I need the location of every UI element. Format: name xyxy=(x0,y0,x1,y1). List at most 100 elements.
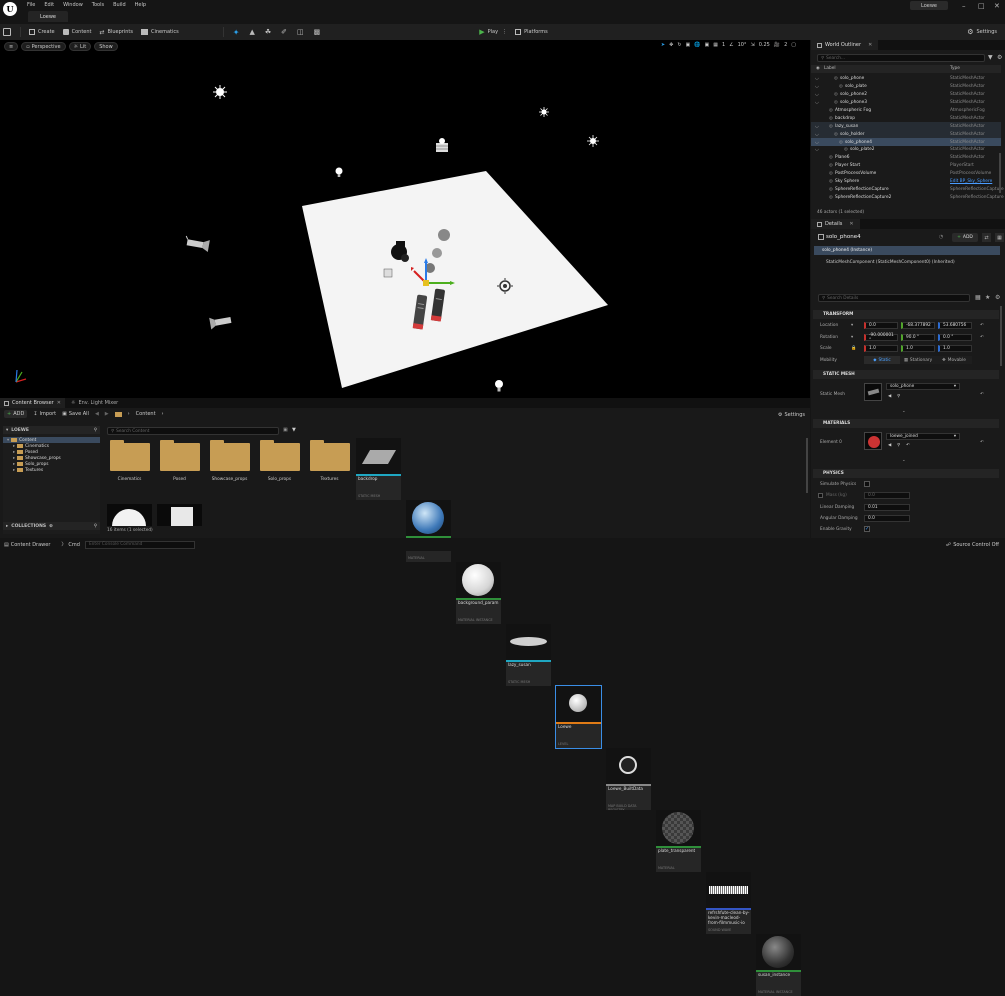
console-input[interactable]: Enter Console Command xyxy=(84,540,195,549)
menu-window[interactable]: Window xyxy=(63,2,83,8)
outliner-row[interactable]: ◎ SphereReflectionCapture SphereReflection… xyxy=(811,186,1004,194)
mass-override-checkbox[interactable] xyxy=(818,493,823,498)
modeling-mode-icon[interactable]: ◫ xyxy=(297,28,304,36)
close-tab-icon[interactable]: ✕ xyxy=(868,42,872,48)
label-column-header[interactable]: Label xyxy=(824,66,836,71)
mobility-static[interactable]: ◆ Static xyxy=(864,356,900,364)
outliner-row[interactable]: ◎ PostProcessVolume PostProcessVolume xyxy=(811,170,1001,178)
material-reset-arrow-icon[interactable]: ↶ xyxy=(906,443,910,448)
visibility-eye-icon[interactable]: ◡ xyxy=(815,147,819,152)
close-icon[interactable]: ✕ xyxy=(994,2,1000,10)
property-matrix-icon[interactable]: ▦ xyxy=(975,294,981,301)
asset-tile[interactable]: backdrop STATIC MESH xyxy=(356,438,401,500)
asset-tile-row2-2[interactable] xyxy=(157,504,202,526)
filter-icon[interactable]: ▼ xyxy=(988,54,993,61)
folder-item[interactable]: Textures xyxy=(307,438,352,500)
asset-tile[interactable]: plate_transparent MATERIAL xyxy=(656,810,701,872)
instance-row[interactable]: solo_phone4 (Instance) xyxy=(814,246,1000,255)
content-scrollbar[interactable] xyxy=(806,438,808,493)
content-browser-tab[interactable]: Content Browser ✕ xyxy=(0,398,65,408)
scale-z-field[interactable]: 1.0 xyxy=(938,345,972,352)
import-button[interactable]: ↧ Import xyxy=(33,411,56,417)
outliner-row[interactable]: ◡ ◎ lazy_susan StaticMeshActor xyxy=(811,122,1001,131)
tree-arrow-icon[interactable]: ▸ xyxy=(13,462,15,467)
visibility-eye-icon[interactable]: ◡ xyxy=(815,76,819,81)
tree-folder[interactable]: ▸ Textures xyxy=(3,467,100,473)
linear-damping-field[interactable]: 0.01 xyxy=(864,504,910,511)
lock-icon[interactable]: ◔ xyxy=(939,234,943,240)
location-z-field[interactable]: 53.680756 xyxy=(938,322,972,329)
landscape-mode-icon[interactable]: ▲ xyxy=(249,28,254,36)
play-button[interactable]: ▶ Play xyxy=(475,25,502,39)
mesh-browse-icon[interactable]: ◀ xyxy=(888,394,891,399)
tree-arrow-icon[interactable]: ▾ xyxy=(7,438,9,443)
materials-section-header[interactable]: MATERIALS xyxy=(813,419,999,428)
static-mesh-section-header[interactable]: STATIC MESH xyxy=(813,370,999,379)
cb-settings-button[interactable]: ⚙ Settings xyxy=(778,412,805,418)
actor-name-field[interactable]: solo_phone4 xyxy=(826,234,861,240)
content-button[interactable]: Content xyxy=(59,25,96,39)
outliner-row[interactable]: ◎ Sky Sphere Edit BP_Sky_Sphere xyxy=(811,178,1001,186)
blueprint-script-icon[interactable]: ⇄ xyxy=(982,233,991,242)
material-dropdown[interactable]: loewe_joined ▾ xyxy=(886,433,960,440)
folder-item[interactable]: Cinematics xyxy=(107,438,152,500)
rotation-dropdown-icon[interactable]: ▾ xyxy=(851,335,853,340)
outliner-settings-icon[interactable]: ⚙ xyxy=(997,54,1002,61)
material-find-icon[interactable]: ⚲ xyxy=(897,443,900,448)
asset-tile[interactable]: background_param MATERIAL INSTANCE xyxy=(456,562,501,624)
details-options-icon[interactable]: ▦ xyxy=(995,233,1004,242)
simulate-physics-checkbox[interactable] xyxy=(864,481,870,487)
create-button[interactable]: Create xyxy=(25,25,59,39)
outliner-row[interactable]: ◎ SphereReflectionCapture2 SphereReflectio… xyxy=(811,194,1004,202)
fracture-mode-icon[interactable]: ▩ xyxy=(314,28,321,36)
details-scrollbar[interactable] xyxy=(1000,306,1002,366)
cb-add-button[interactable]: + ADD xyxy=(4,410,28,418)
outliner-row[interactable]: ◡ ◎ solo_plate2 StaticMeshActor xyxy=(811,146,1001,154)
content-filter-icon[interactable]: ▼ xyxy=(292,427,296,433)
static-mesh-thumbnail[interactable] xyxy=(864,383,882,401)
content-drawer-button[interactable]: ▤ Content Drawer xyxy=(4,542,50,548)
expand-materials-icon[interactable]: ⌄ xyxy=(902,458,906,463)
close-content-browser-icon[interactable]: ✕ xyxy=(57,400,61,406)
level-viewport[interactable]: ≡ ▫ Perspective ☼ Lit Show ➤ ✥ ↻ ▣ 🌐 ▣ ▦ 1… xyxy=(0,40,810,398)
location-dropdown-icon[interactable]: ▾ xyxy=(851,323,853,328)
source-control-button[interactable]: ☍ Source Control Off xyxy=(946,542,999,548)
asset-tile-row2-1[interactable] xyxy=(107,504,152,526)
outliner-row[interactable]: ◡ ◎ solo_plate StaticMeshActor xyxy=(811,83,1001,91)
visibility-eye-icon[interactable]: ◡ xyxy=(815,140,819,145)
platforms-button[interactable]: Platforms xyxy=(511,25,552,39)
tree-arrow-icon[interactable]: ▸ xyxy=(13,444,15,449)
content-search[interactable]: ⚲ Search Content xyxy=(107,427,279,435)
visibility-eye-icon[interactable]: ◡ xyxy=(815,132,819,137)
add-component-button[interactable]: + ADD xyxy=(952,233,978,242)
visibility-eye-icon[interactable]: ◡ xyxy=(815,92,819,97)
static-mesh-dropdown[interactable]: solo_phone ▾ xyxy=(886,383,960,390)
material-browse-icon[interactable]: ◀ xyxy=(888,443,891,448)
expand-mesh-icon[interactable]: ⌄ xyxy=(902,409,906,414)
close-details-tab-icon[interactable]: ✕ xyxy=(849,221,853,227)
outliner-row[interactable]: ◡ ◎ solo_phone4 StaticMeshActor xyxy=(811,138,1001,146)
foliage-mode-icon[interactable]: ☘ xyxy=(265,28,271,36)
collections-search-icon[interactable]: ⚲ xyxy=(94,524,97,529)
asset-tile[interactable]: backgroundMATERIAL xyxy=(406,500,451,562)
visibility-eye-icon[interactable]: ◡ xyxy=(815,100,819,105)
scale-x-field[interactable]: 1.0 xyxy=(864,345,898,352)
visibility-eye-icon[interactable]: ◡ xyxy=(815,124,819,129)
mobility-movable[interactable]: ✥ Movable xyxy=(936,356,972,364)
location-y-field[interactable]: -68.377892 xyxy=(901,322,935,329)
settings-button[interactable]: ⚙ Settings xyxy=(963,25,1001,39)
outliner-row[interactable]: ◎ backdrop StaticMeshActor xyxy=(811,115,1001,123)
rotation-x-field[interactable]: -90.000001 ° xyxy=(864,333,898,343)
world-outliner-tab[interactable]: World Outliner ✕ xyxy=(811,40,879,50)
collections-header[interactable]: ▸ COLLECTIONS ⊕ ⚲ xyxy=(3,522,100,530)
select-mode-icon[interactable]: ✦ xyxy=(233,28,240,37)
nav-forward-icon[interactable]: ▶ xyxy=(105,411,109,417)
outliner-row[interactable]: ◎ Player Start PlayerStart xyxy=(811,162,1001,170)
outliner-row[interactable]: ◎ Plane6 StaticMeshActor xyxy=(811,154,1001,162)
asset-tile[interactable]: susan_instance MATERIAL INSTANCE xyxy=(756,934,801,996)
outliner-row[interactable]: ◡ ◎ solo_phone3 StaticMeshActor xyxy=(811,99,1001,107)
blueprints-button[interactable]: ⇄ Blueprints xyxy=(96,25,137,39)
folder-item[interactable]: Posed xyxy=(157,438,202,500)
outliner-row[interactable]: ◡ ◎ solo_phone2 StaticMeshActor xyxy=(811,91,1001,99)
physics-section-header[interactable]: PHYSICS xyxy=(813,469,999,478)
